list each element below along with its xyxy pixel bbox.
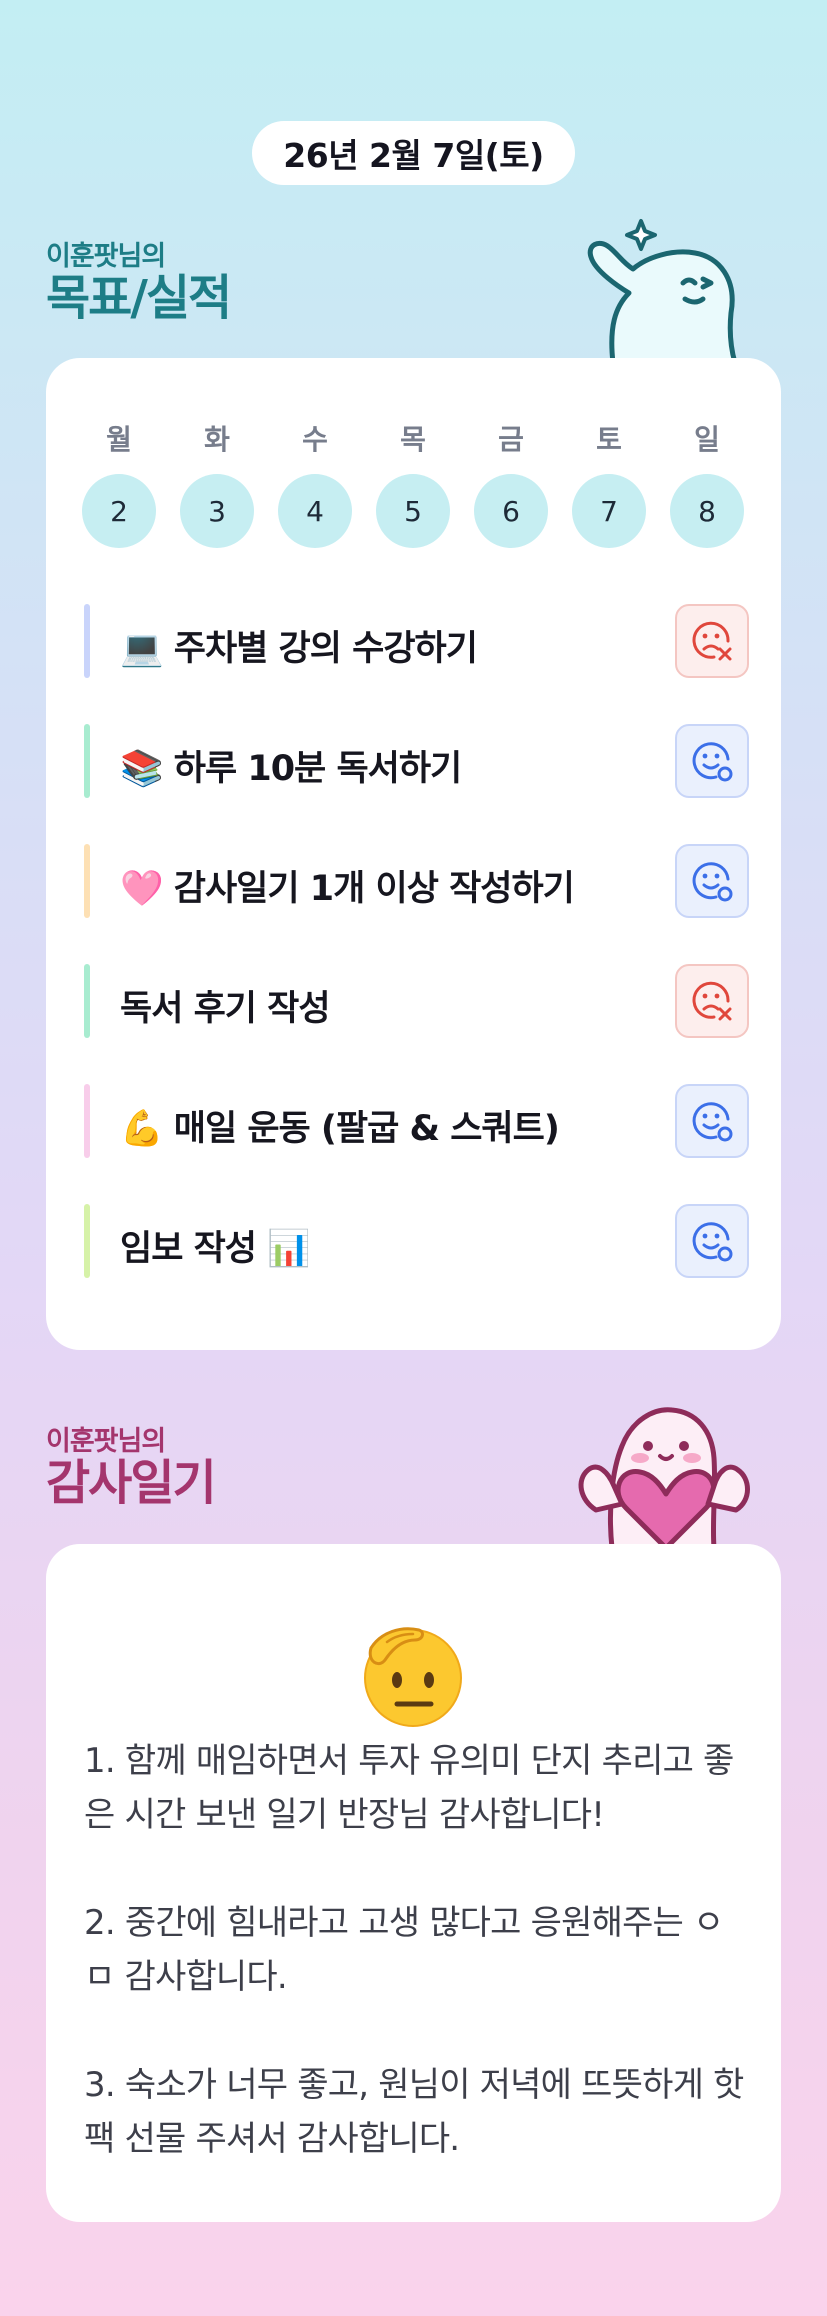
gratitude-section-title: 이훈팟님의 감사일기 bbox=[46, 1419, 217, 1511]
day-name: 금 bbox=[498, 423, 524, 456]
goal-status-button[interactable] bbox=[675, 964, 749, 1038]
gratitude-title: 감사일기 bbox=[46, 1455, 217, 1511]
day-number: 2 bbox=[82, 474, 156, 548]
smile-face-check-icon bbox=[692, 742, 733, 782]
goal-accent-bar bbox=[84, 1084, 90, 1158]
goal-accent-bar bbox=[84, 844, 90, 918]
goal-status-button[interactable] bbox=[675, 604, 749, 678]
goal-accent-bar bbox=[84, 604, 90, 678]
day-name: 월 bbox=[106, 423, 132, 456]
goal-status-button[interactable] bbox=[675, 1084, 749, 1158]
goal-row[interactable]: 🩷 감사일기 1개 이상 작성하기 bbox=[84, 842, 752, 922]
gratitude-entry: 2. 중간에 힘내라고 고생 많다고 응원해주는 ㅇㅁ 감사합니다. bbox=[84, 1903, 724, 1997]
goal-status-button[interactable] bbox=[675, 1204, 749, 1278]
day-number: 8 bbox=[670, 474, 744, 548]
gratitude-text: 1. 함께 매임하면서 투자 유의미 단지 추리고 좋은 시간 보낸 일기 반장… bbox=[84, 1734, 744, 2166]
smile-face-check-icon bbox=[692, 862, 733, 902]
day-number: 5 bbox=[376, 474, 450, 548]
smile-face-check-icon bbox=[692, 1102, 733, 1142]
goals-card: 월 2 화 3 수 4 목 5 금 6 토 7 일 8 💻 주차별 강의 수강하 bbox=[46, 358, 781, 1350]
blue-mascot-icon bbox=[587, 219, 738, 363]
goal-status-button[interactable] bbox=[675, 844, 749, 918]
gratitude-subtitle: 이훈팟님의 bbox=[46, 1426, 166, 1457]
day-name: 목 bbox=[400, 423, 426, 456]
goal-label: 독서 후기 작성 bbox=[120, 989, 331, 1029]
day-thu[interactable]: 목 5 bbox=[376, 420, 450, 548]
date-pill: 26년 2월 7일(토) bbox=[252, 121, 575, 185]
goal-accent-bar bbox=[84, 724, 90, 798]
day-tue[interactable]: 화 3 bbox=[180, 420, 254, 548]
goals-section-title: 이훈팟님의 목표/실적 bbox=[46, 234, 232, 326]
day-fri[interactable]: 금 6 bbox=[474, 420, 548, 548]
goal-row[interactable]: 💻 주차별 강의 수강하기 bbox=[84, 602, 752, 682]
saluting-face-icon bbox=[364, 1627, 462, 1727]
day-number: 3 bbox=[180, 474, 254, 548]
gratitude-card: 1. 함께 매임하면서 투자 유의미 단지 추리고 좋은 시간 보낸 일기 반장… bbox=[46, 1544, 781, 2222]
goal-label: 💻 주차별 강의 수강하기 bbox=[120, 629, 478, 669]
goal-accent-bar bbox=[84, 964, 90, 1038]
goals-title: 목표/실적 bbox=[46, 270, 232, 326]
day-mon[interactable]: 월 2 bbox=[82, 420, 156, 548]
gratitude-entry: 1. 함께 매임하면서 투자 유의미 단지 추리고 좋은 시간 보낸 일기 반장… bbox=[84, 1741, 734, 1835]
day-wed[interactable]: 수 4 bbox=[278, 420, 352, 548]
sad-face-x-icon bbox=[692, 621, 732, 661]
day-number: 7 bbox=[572, 474, 646, 548]
day-sat[interactable]: 토 7 bbox=[572, 420, 646, 548]
goal-row[interactable]: 임보 작성 📊 bbox=[84, 1202, 752, 1282]
day-name: 수 bbox=[302, 423, 328, 456]
gratitude-entry: 3. 숙소가 너무 좋고, 원님이 저녁에 뜨뜻하게 핫팩 선물 주셔서 감사합… bbox=[84, 2065, 744, 2159]
week-strip: 월 2 화 3 수 4 목 5 금 6 토 7 일 8 bbox=[82, 420, 744, 550]
goal-row[interactable]: 독서 후기 작성 bbox=[84, 962, 752, 1042]
day-name: 화 bbox=[204, 423, 230, 456]
goals-subtitle: 이훈팟님의 bbox=[46, 241, 166, 272]
smile-face-check-icon bbox=[692, 1222, 733, 1262]
pink-mascot-heart-icon bbox=[578, 1407, 750, 1548]
goal-row[interactable]: 💪 매일 운동 (팔굽 & 스쿼트) bbox=[84, 1082, 752, 1162]
day-name: 일 bbox=[694, 423, 720, 456]
day-name: 토 bbox=[596, 423, 622, 456]
goal-status-button[interactable] bbox=[675, 724, 749, 798]
goal-label: 🩷 감사일기 1개 이상 작성하기 bbox=[120, 869, 575, 909]
goal-label: 📚 하루 10분 독서하기 bbox=[120, 749, 462, 789]
day-number: 6 bbox=[474, 474, 548, 548]
goal-accent-bar bbox=[84, 1204, 90, 1278]
goal-label: 💪 매일 운동 (팔굽 & 스쿼트) bbox=[120, 1109, 560, 1149]
day-sun[interactable]: 일 8 bbox=[670, 420, 744, 548]
goal-row[interactable]: 📚 하루 10분 독서하기 bbox=[84, 722, 752, 802]
sad-face-x-icon bbox=[692, 981, 732, 1021]
goal-label: 임보 작성 📊 bbox=[120, 1229, 311, 1269]
day-number: 4 bbox=[278, 474, 352, 548]
